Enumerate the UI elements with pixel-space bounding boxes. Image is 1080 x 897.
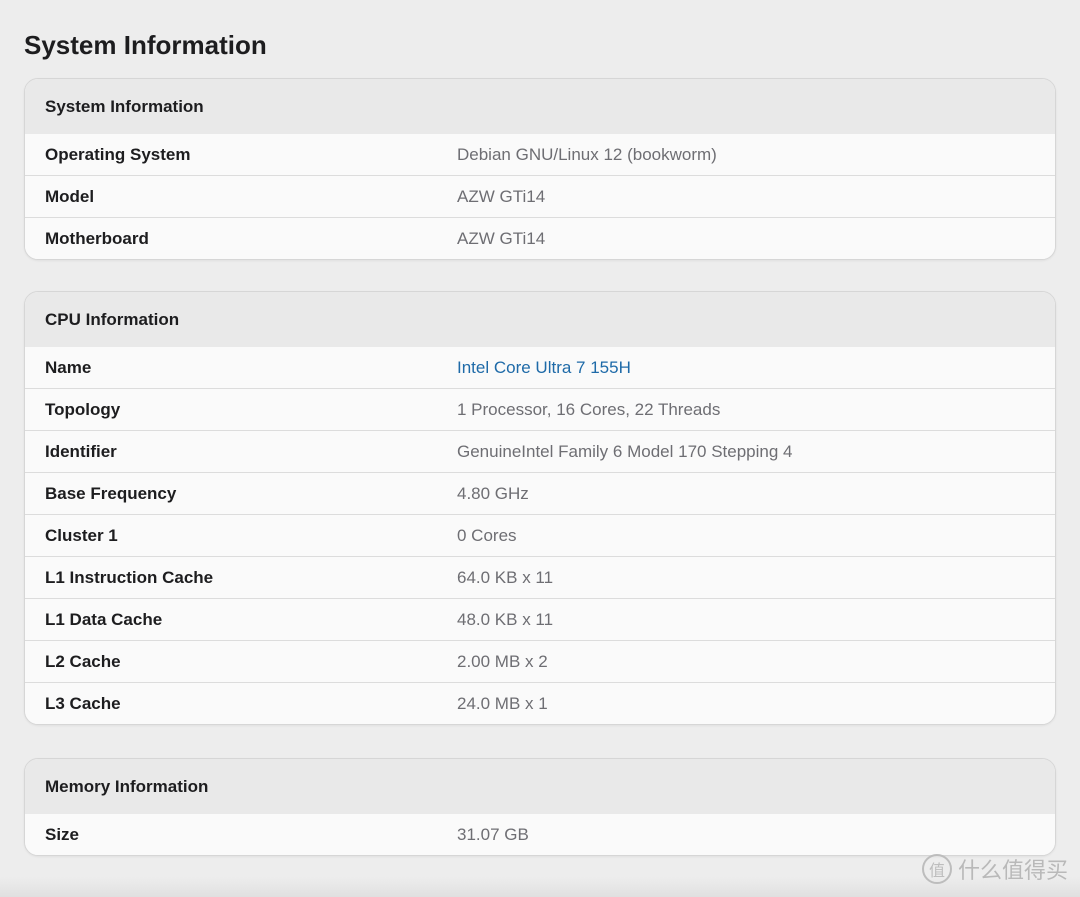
row-label: Size: [45, 824, 80, 844]
system-information-card: System Information Operating System Debi…: [24, 78, 1056, 260]
table-row: Cluster 1 0 Cores: [25, 514, 1055, 556]
table-row: L1 Data Cache 48.0 KB x 11: [25, 598, 1055, 640]
row-label: L3 Cache: [45, 693, 121, 713]
row-value: 24.0 MB x 1: [457, 693, 548, 713]
page-title: System Information: [24, 30, 267, 60]
memory-information-header: Memory Information: [25, 759, 1055, 814]
row-label: Model: [45, 186, 95, 206]
table-row: L3 Cache 24.0 MB x 1: [25, 682, 1055, 724]
row-value: 1 Processor, 16 Cores, 22 Threads: [457, 399, 721, 419]
row-value: 48.0 KB x 11: [457, 609, 554, 629]
row-label: L1 Data Cache: [45, 609, 163, 629]
table-row: Motherboard AZW GTi14: [25, 217, 1055, 259]
system-information-header: System Information: [25, 79, 1055, 134]
table-row: L2 Cache 2.00 MB x 2: [25, 640, 1055, 682]
row-label: L2 Cache: [45, 651, 121, 671]
row-value: GenuineIntel Family 6 Model 170 Stepping…: [457, 441, 793, 461]
table-row: Topology 1 Processor, 16 Cores, 22 Threa…: [25, 388, 1055, 430]
row-label: L1 Instruction Cache: [45, 567, 214, 587]
row-value: AZW GTi14: [457, 228, 546, 248]
row-value: 0 Cores: [457, 525, 517, 545]
row-value: 31.07 GB: [457, 824, 529, 844]
table-row: Identifier GenuineIntel Family 6 Model 1…: [25, 430, 1055, 472]
watermark: 值 什么值得买: [921, 853, 1068, 885]
table-row: Operating System Debian GNU/Linux 12 (bo…: [25, 134, 1055, 175]
watermark-text: 什么值得买: [957, 859, 1068, 884]
row-label: Motherboard: [45, 228, 149, 248]
bottom-shade: [0, 877, 1080, 897]
row-label: Name: [45, 357, 92, 377]
row-label: Operating System: [45, 144, 191, 164]
row-label: Cluster 1: [45, 525, 118, 545]
table-row: Size 31.07 GB: [25, 814, 1055, 855]
zhi-logo-icon: 值: [921, 854, 952, 884]
row-label: Identifier: [45, 441, 117, 461]
table-row: Name Intel Core Ultra 7 155H: [25, 347, 1055, 388]
table-row: Base Frequency 4.80 GHz: [25, 472, 1055, 514]
cpu-information-card: CPU Information Name Intel Core Ultra 7 …: [24, 291, 1056, 725]
row-value: Debian GNU/Linux 12 (bookworm): [457, 144, 717, 164]
cpu-name-link[interactable]: Intel Core Ultra 7 155H: [457, 358, 631, 378]
row-label: Base Frequency: [45, 483, 177, 503]
row-label: Topology: [45, 399, 121, 419]
memory-information-card: Memory Information Size 31.07 GB: [24, 758, 1056, 856]
row-value: AZW GTi14: [457, 186, 546, 206]
table-row: L1 Instruction Cache 64.0 KB x 11: [25, 556, 1055, 598]
row-value: 64.0 KB x 11: [457, 567, 554, 587]
cpu-information-header: CPU Information: [25, 292, 1055, 347]
row-value: 4.80 GHz: [457, 483, 529, 503]
row-value: 2.00 MB x 2: [457, 651, 548, 671]
table-row: Model AZW GTi14: [25, 175, 1055, 217]
